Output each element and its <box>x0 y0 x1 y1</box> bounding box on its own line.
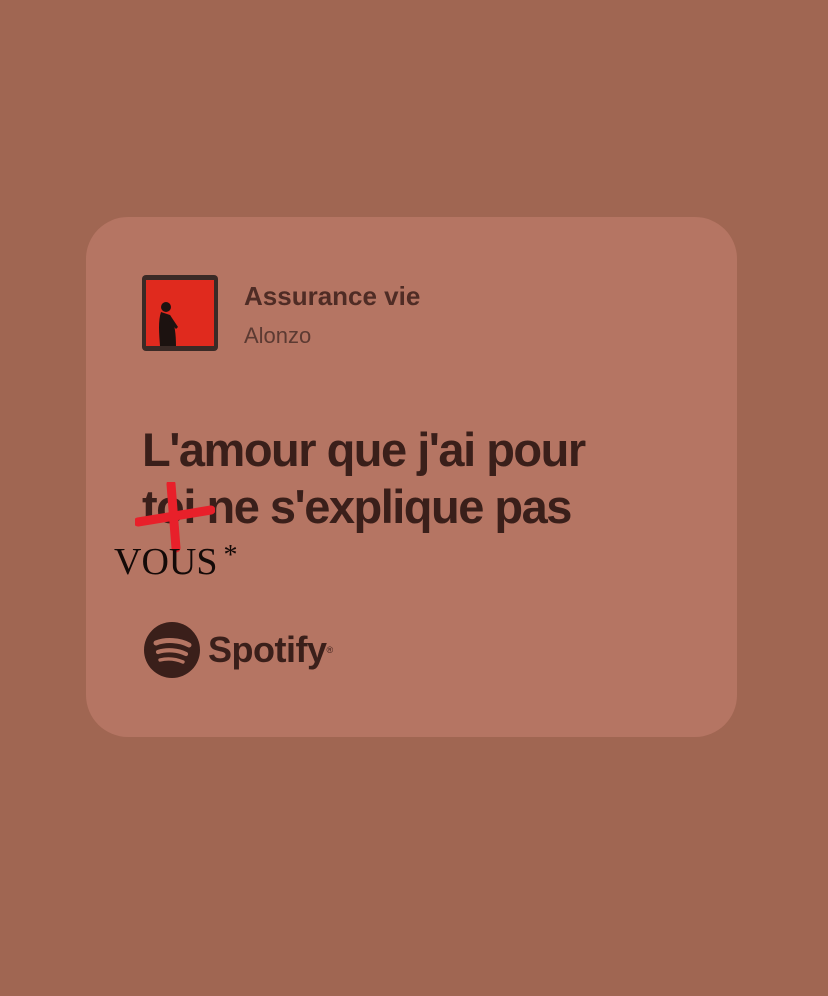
track-title: Assurance vie <box>244 281 421 311</box>
album-cover-silhouette-icon <box>159 302 178 346</box>
correction-word: VOUS <box>114 541 218 583</box>
correction-asterisk: * <box>223 540 238 571</box>
track-artist: Alonzo <box>244 323 312 348</box>
album-cover <box>142 275 218 351</box>
correction-note: VOUS * <box>114 540 237 584</box>
story-background: { "card": { "track_title": "Assurance vi… <box>0 0 828 996</box>
spotify-logo-icon <box>144 622 200 678</box>
lyric-line-1: L'amour que j'ai pour <box>142 423 586 476</box>
spotify-wordmark: Spotify <box>208 629 327 670</box>
spotify-lyrics-card: Assurance vie Alonzo L'amour que j'ai po… <box>86 217 737 737</box>
lyric-line-2-rest: ne s'explique pas <box>194 480 572 533</box>
registered-mark: ® <box>326 645 334 655</box>
spotify-branding: Spotify ® <box>144 622 333 678</box>
